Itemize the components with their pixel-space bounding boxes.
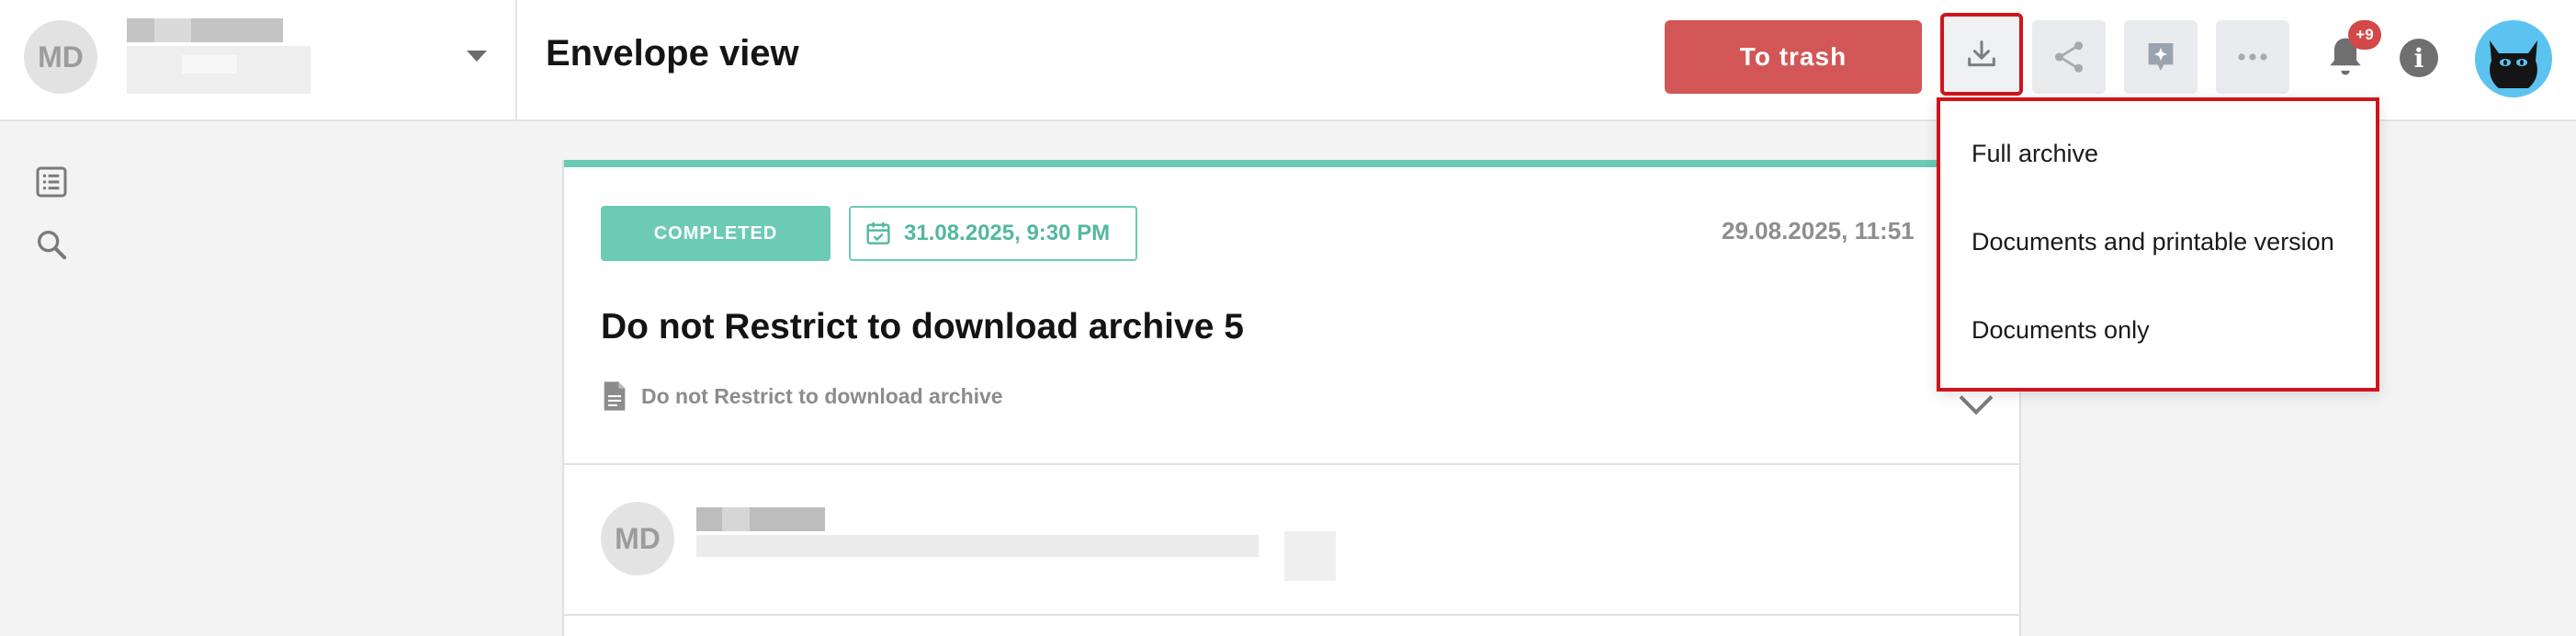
user-avatar[interactable] xyxy=(2475,20,2552,97)
status-progress-bar xyxy=(564,160,2019,167)
list-icon[interactable] xyxy=(33,164,70,200)
organization-switcher[interactable]: MD xyxy=(0,0,517,121)
more-dots-icon xyxy=(2238,53,2267,61)
status-badge: COMPLETED xyxy=(601,206,830,261)
ai-assistant-button[interactable] xyxy=(2124,20,2198,94)
deadline-date: 31.08.2025, 9:30 PM xyxy=(849,206,1137,261)
participant-avatar: MD xyxy=(601,502,674,575)
share-icon xyxy=(2054,41,2084,73)
info-icon[interactable]: i xyxy=(2400,39,2438,77)
download-options-menu: Full archive Documents and printable ver… xyxy=(1937,97,2379,392)
document-item[interactable]: Do not Restrict to download archive xyxy=(601,380,1003,412)
envelope-card: COMPLETED 31.08.2025, 9:30 PM 29.08.2025… xyxy=(562,160,2021,636)
created-date: 29.08.2025, 11:51 xyxy=(1722,217,1915,244)
chevron-down-icon[interactable] xyxy=(467,51,487,62)
divider xyxy=(564,463,2019,465)
more-options-button[interactable] xyxy=(2216,20,2289,94)
menu-item-documents-only[interactable]: Documents only xyxy=(1972,316,2150,345)
menu-item-full-archive[interactable]: Full archive xyxy=(1972,140,2098,168)
download-button[interactable] xyxy=(1940,13,2023,96)
document-icon xyxy=(604,381,626,411)
divider xyxy=(564,614,2019,616)
to-trash-button[interactable]: To trash xyxy=(1665,20,1922,94)
download-icon xyxy=(1968,40,1995,67)
document-name: Do not Restrict to download archive xyxy=(641,383,1003,408)
calendar-check-icon xyxy=(866,222,890,244)
share-button[interactable] xyxy=(2032,20,2106,94)
search-icon[interactable] xyxy=(33,226,70,263)
ai-sparkle-icon xyxy=(2148,43,2174,71)
page-title: Envelope view xyxy=(546,33,799,74)
envelope-title: Do not Restrict to download archive 5 xyxy=(601,307,1244,346)
menu-item-documents-printable[interactable]: Documents and printable version xyxy=(1972,228,2334,256)
organization-avatar: MD xyxy=(24,20,97,94)
cat-avatar-icon xyxy=(2490,40,2537,88)
deadline-text: 31.08.2025, 9:30 PM xyxy=(904,221,1111,245)
notification-count-badge: +9 xyxy=(2348,20,2381,50)
